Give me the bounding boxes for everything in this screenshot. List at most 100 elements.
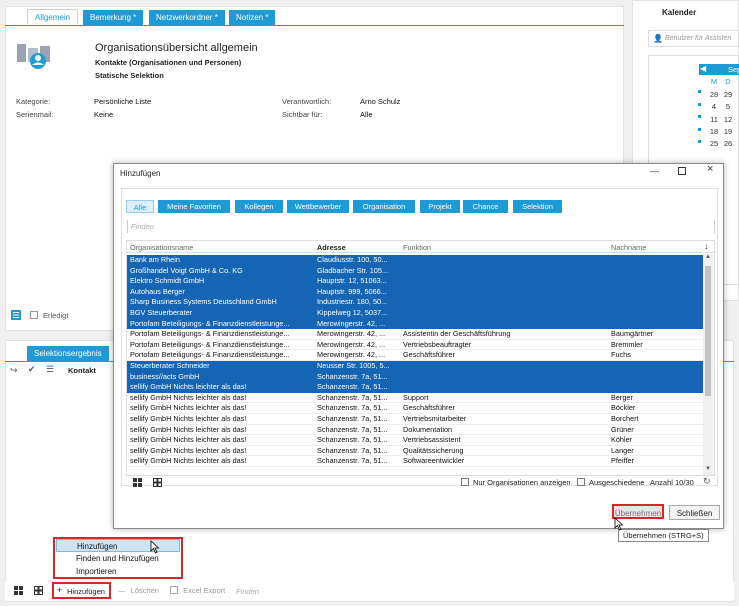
table-row[interactable]: sellify GmbH Nichts leichter als das! Sch… [127,414,703,425]
erledigt-label: Erledigt [43,311,69,320]
cell-addr: Schanzenstr. 7a, 51... [317,424,388,434]
table-grid-large-icon[interactable] [133,478,142,489]
filter-kollegen[interactable]: Kollegen [235,200,283,213]
excel-export-button[interactable]: Excel Export [170,586,225,595]
filter-meine-favoriten[interactable]: Meine Favoriten [158,200,230,213]
table-row[interactable]: Sharp Business Systems Deutschland GmbH I… [127,297,703,308]
close-button-label: Schließen [676,509,713,518]
table-row[interactable]: Elektro Schmidt GmbH Hauptstr. 12, 51063.… [127,276,703,287]
cell-name: Böckler [611,403,636,413]
cell-addr: Schanzenstr. 7a, 51... [317,371,388,381]
cell-func: Geschäftsführer [403,350,455,360]
grid-large-icon[interactable] [14,586,23,597]
scrollbar-thumb[interactable] [705,266,711,396]
close-icon[interactable]: × [707,163,713,175]
filter-alle[interactable]: Alle [126,200,154,213]
scroll-up-icon[interactable]: ▲ [705,254,711,260]
user-icon: 👤 [653,34,663,43]
erledigt-checkbox[interactable] [30,311,38,319]
minimize-icon[interactable]: — [650,166,659,176]
sichtbar-label: Sichtbar für: [282,110,323,119]
table-row[interactable]: Portofam Beteiligungs- & Finanzdienstlei… [127,350,703,361]
calendar-day[interactable]: 25 [709,139,719,148]
table-row[interactable]: sellify GmbH Nichts leichter als das! Sch… [127,456,703,467]
calendar-day[interactable]: 26 [723,139,733,148]
cell-name: Pfeiffer [611,456,634,466]
table-row[interactable]: Großhandel Voigt GmbH & Co. KG Gladbacher… [127,265,703,277]
apply-tooltip: Übernehmen (STRG+S) [618,529,709,542]
table-row[interactable]: sellify GmbH Nichts leichter als das! Sch… [127,445,703,457]
tab-allgemein[interactable]: Allgemein [27,9,79,24]
filter-organisation[interactable]: Organisation [353,200,415,213]
tab-selektionsergebnis[interactable]: Selektionsergebnis [27,346,109,361]
find-input[interactable]: Finden [236,587,259,596]
calendar-user-field[interactable]: 👤 Benutzer für Assisten [648,30,739,47]
calendar-day[interactable]: 4 [709,102,719,111]
calendar-day[interactable]: 5 [723,102,733,111]
table-row[interactable]: Portofam Beteiligungs- & Finanzdienstlei… [127,329,703,340]
refresh-icon[interactable]: ↻ [703,476,711,487]
prev-month-icon[interactable]: ◀ [700,64,706,73]
tab-notizen[interactable]: Notizen * [229,10,276,25]
menu-item-finden-hinzufuegen[interactable]: Finden und Hinzufügen [56,552,180,565]
delete-button[interactable]: — Löschen [118,586,159,595]
table-row[interactable]: Steuerberater Schneider Neusser Str. 1005… [127,361,703,372]
table-row[interactable]: Bank am Rhein Claudiusstr. 100, 50... [127,255,703,266]
menu-item-importieren[interactable]: Importieren [56,565,180,578]
cell-name: Köhler [611,435,633,445]
cell-org: Sharp Business Systems Deutschland GmbH [130,297,277,307]
table-row[interactable]: sellify GmbH Nichts leichter als das! Sch… [127,435,703,446]
cell-org: Portofam Beteiligungs- & Finanzdienstlei… [130,329,290,339]
cell-func: Assistentin der Geschäftsführung [403,329,511,339]
table-row[interactable]: sellify GmbH Nichts leichter als das! Sch… [127,424,703,436]
table-row[interactable]: sellify GmbH Nichts leichter als das! Sch… [127,403,703,414]
cell-org: Portofam Beteiligungs- & Finanzdienstlei… [130,318,290,328]
column-header-kontakt[interactable]: Kontakt [68,366,96,375]
list-view-icon[interactable] [11,310,21,320]
dialog-search-input[interactable]: Finden [127,220,715,233]
table-row[interactable]: Portofam Beteiligungs- & Finanzdienstlei… [127,318,703,330]
table-row[interactable]: sellify GmbH Nichts leichter als das! Sch… [127,392,703,404]
table-grid-small-icon[interactable] [153,478,162,489]
column-header-adresse[interactable]: Adresse [317,243,346,252]
cell-name: Borchert [611,414,639,423]
close-button[interactable]: Schließen [669,505,720,520]
column-header-funktion[interactable]: Funktion [403,243,431,252]
vertical-scrollbar[interactable]: ▲ ▼ [703,254,713,475]
tab-bemerkung[interactable]: Bemerkung * [83,10,144,25]
tab-netzwerkordner[interactable]: Netzwerkordner * [149,10,225,25]
filter-chance[interactable]: Chance [463,200,508,213]
filter-wettbewerber[interactable]: Wettbewerber [287,200,349,213]
filter-selektion[interactable]: Selektion [513,200,562,213]
ausgeschiedene-checkbox[interactable] [577,478,585,486]
grid-small-icon[interactable] [34,586,43,597]
cell-func: Support [403,392,429,402]
calendar-day[interactable]: 28 [709,90,719,99]
cell-addr: Schanzenstr. 7a, 51... [317,382,388,392]
table-row[interactable]: business//acts GmbH Schanzenstr. 7a, 51..… [127,371,703,383]
table-row[interactable]: BGV Steuerberater Kippelweg 12, 5037... [127,308,703,319]
cell-org: sellify GmbH Nichts leichter als das! [130,456,247,466]
menu-icon[interactable]: ☰ [46,364,54,375]
calendar-day[interactable]: 11 [709,115,719,124]
calendar-day[interactable]: 12 [723,115,733,124]
maximize-icon[interactable] [678,167,686,175]
calendar-day[interactable]: 19 [723,127,733,136]
menu-item-hinzufuegen[interactable]: Hinzufügen [56,539,180,552]
table-row[interactable]: Autohaus Berger Hauptstr. 999, 5066... [127,286,703,298]
calendar-day[interactable]: 29 [723,90,733,99]
calendar-user-placeholder: Benutzer für Assisten [665,35,732,42]
table-row[interactable]: sellify GmbH Nichts leichter als das! Sch… [127,382,703,393]
table-row[interactable]: Portofam Beteiligungs- & Finanzdienstlei… [127,339,703,351]
calendar-day[interactable]: 18 [709,127,719,136]
column-header-nachname[interactable]: Nachname [611,243,646,252]
sort-down-icon[interactable]: ↓ [704,241,709,251]
only-orgs-checkbox[interactable] [461,478,469,486]
add-button[interactable]: + Hinzufügen [52,582,111,599]
scroll-down-icon[interactable]: ▼ [705,466,711,472]
cell-addr: Hauptstr. 12, 51063... [317,276,387,286]
forward-icon[interactable]: ↪ [10,365,18,376]
filter-projekt[interactable]: Projekt [420,200,460,213]
check-icon[interactable]: ✔ [28,364,36,375]
column-header-organisationsname[interactable]: Organisationsname [130,243,193,252]
